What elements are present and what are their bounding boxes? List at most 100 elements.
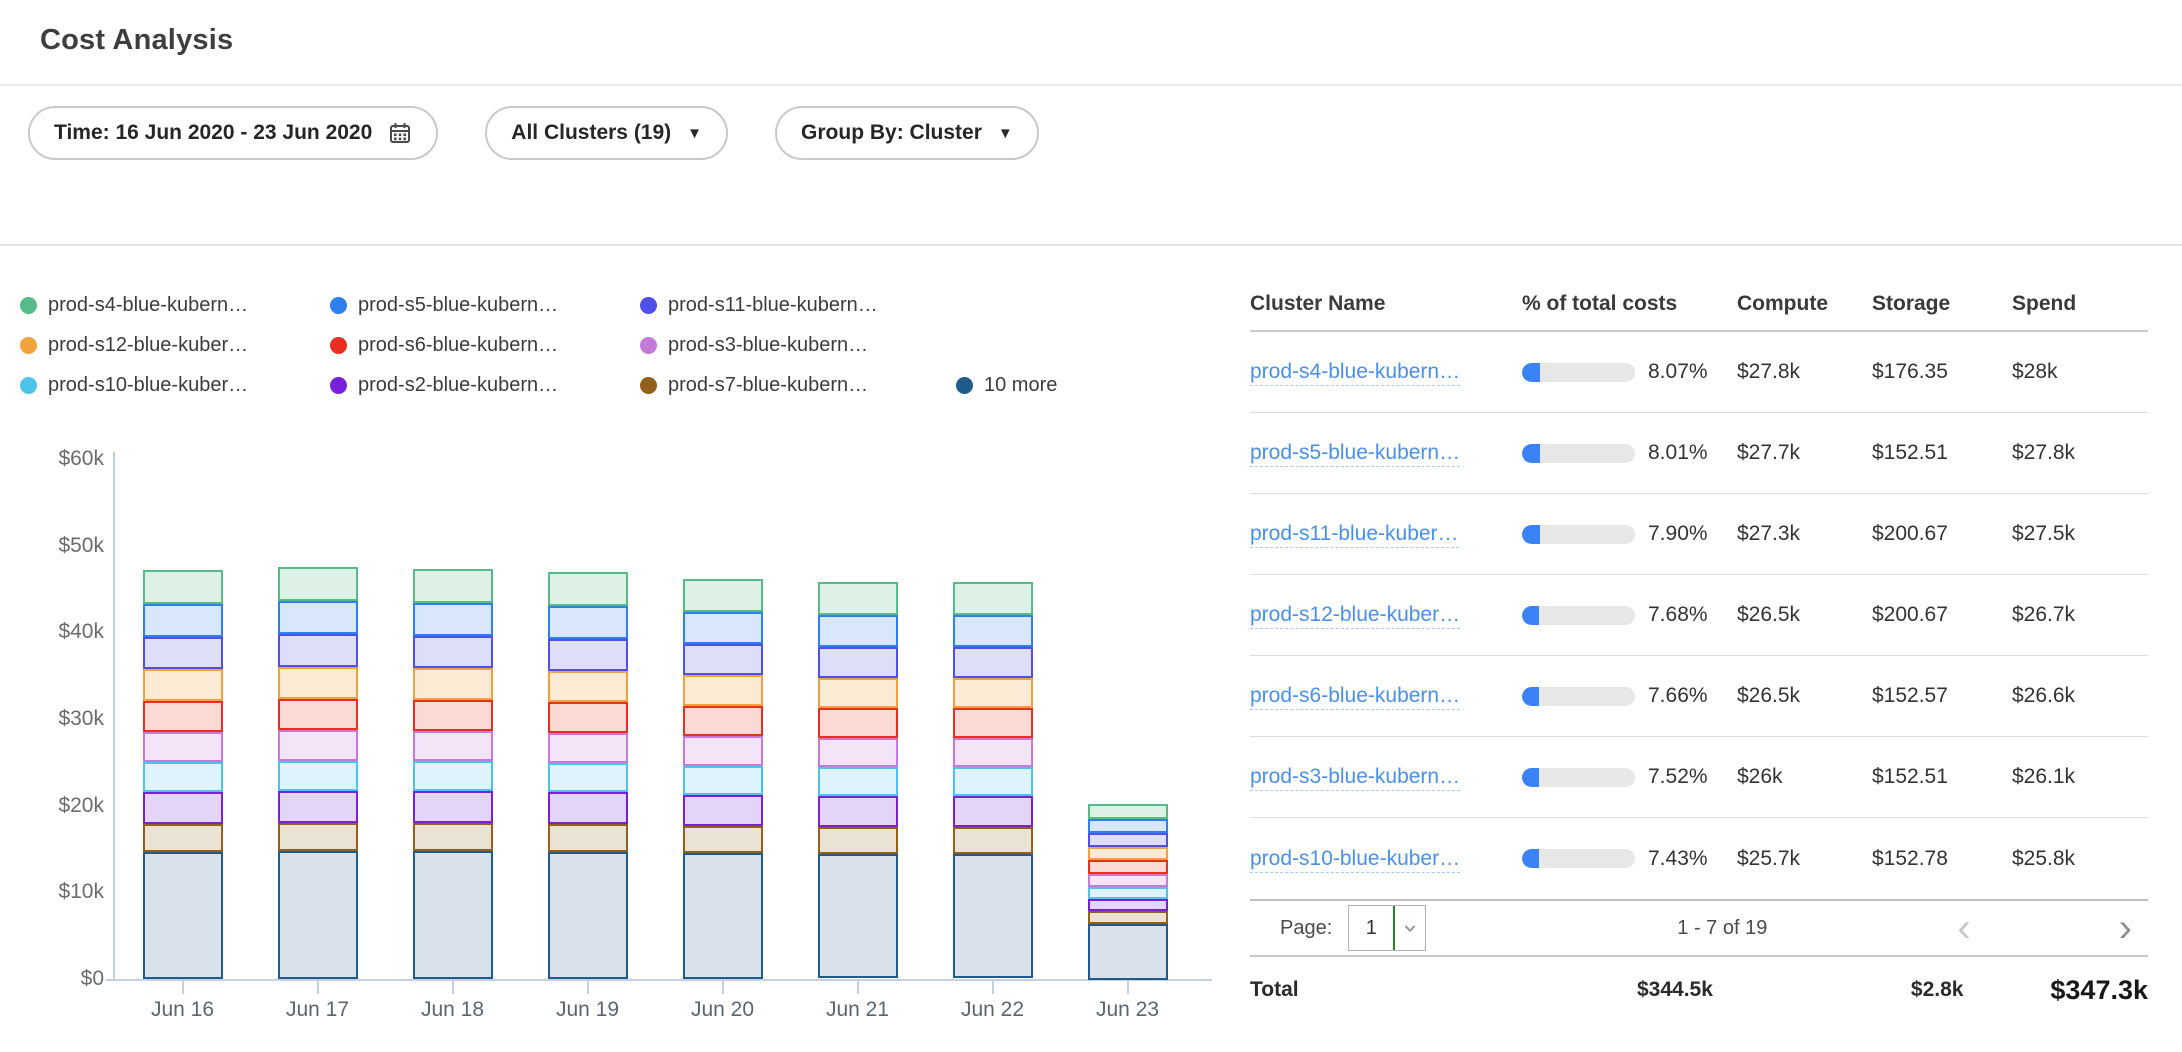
bar-segment-prod-s4[interactable]: [683, 579, 763, 612]
bar-segment-prod-s6[interactable]: [413, 700, 493, 731]
bar-segment-prod-s2[interactable]: [278, 791, 358, 823]
bar-segment-prod-s6[interactable]: [143, 701, 223, 732]
bar-segment-prod-s7[interactable]: [143, 824, 223, 852]
clusters-filter-dropdown[interactable]: All Clusters (19) ▼: [485, 106, 728, 160]
bar-segment-prod-s4[interactable]: [953, 582, 1033, 615]
bar-segment-prod-s3[interactable]: [278, 730, 358, 761]
page-select[interactable]: 1: [1348, 905, 1426, 951]
bar-segment-prod-s5[interactable]: [818, 615, 898, 647]
bar-segment-prod-s12[interactable]: [278, 667, 358, 699]
bar-segment-prod-s7[interactable]: [953, 827, 1033, 854]
bar-segment-prod-s12[interactable]: [683, 675, 763, 706]
cluster-link[interactable]: prod-s5-blue-kubern…: [1250, 441, 1460, 467]
bar-segment-prod-s11[interactable]: [1088, 833, 1168, 847]
bar-segment-prod-s5[interactable]: [683, 612, 763, 644]
bar-segment-prod-s6[interactable]: [953, 708, 1033, 738]
bar-segment-10-more[interactable]: [548, 852, 628, 979]
bar-segment-prod-s7[interactable]: [413, 823, 493, 851]
bar-segment-prod-s4[interactable]: [278, 567, 358, 601]
bar-segment-prod-s7[interactable]: [818, 827, 898, 854]
bar-segment-prod-s6[interactable]: [1088, 860, 1168, 874]
bar-segment-prod-s7[interactable]: [683, 826, 763, 853]
bar-segment-10-more[interactable]: [413, 851, 493, 979]
legend-item-prod-s12[interactable]: prod-s12-blue-kuber…: [20, 332, 330, 358]
bar-segment-prod-s5[interactable]: [413, 603, 493, 636]
legend-item-prod-s5[interactable]: prod-s5-blue-kubern…: [330, 292, 640, 318]
bar-segment-prod-s7[interactable]: [1088, 911, 1168, 924]
time-range-filter[interactable]: Time: 16 Jun 2020 - 23 Jun 2020: [28, 106, 438, 160]
bar-segment-prod-s5[interactable]: [1088, 819, 1168, 833]
bar-segment-prod-s2[interactable]: [683, 795, 763, 826]
cluster-link[interactable]: prod-s6-blue-kubern…: [1250, 684, 1460, 710]
cluster-link[interactable]: prod-s12-blue-kuber…: [1250, 603, 1460, 629]
bar-segment-prod-s3[interactable]: [143, 732, 223, 762]
bar-segment-prod-s11[interactable]: [683, 644, 763, 675]
bar-segment-prod-s2[interactable]: [548, 792, 628, 824]
bar-segment-prod-s4[interactable]: [413, 569, 493, 603]
bar-segment-prod-s3[interactable]: [818, 738, 898, 767]
group-by-dropdown[interactable]: Group By: Cluster ▼: [775, 106, 1039, 160]
bar-segment-prod-s6[interactable]: [683, 706, 763, 736]
cluster-link[interactable]: prod-s3-blue-kubern…: [1250, 765, 1460, 791]
bar-segment-prod-s5[interactable]: [953, 615, 1033, 647]
bar-segment-prod-s6[interactable]: [548, 702, 628, 733]
legend-item-prod-s4[interactable]: prod-s4-blue-kubern…: [20, 292, 330, 318]
bar-segment-prod-s2[interactable]: [143, 792, 223, 824]
bar-segment-10-more[interactable]: [143, 852, 223, 979]
bar-segment-prod-s12[interactable]: [953, 678, 1033, 708]
bar-segment-prod-s11[interactable]: [953, 647, 1033, 678]
bar-segment-prod-s12[interactable]: [818, 678, 898, 708]
bar-segment-prod-s12[interactable]: [1088, 847, 1168, 860]
bar-segment-prod-s12[interactable]: [413, 668, 493, 700]
bar-segment-prod-s4[interactable]: [818, 582, 898, 615]
bar-segment-prod-s11[interactable]: [278, 634, 358, 667]
bar-segment-prod-s10[interactable]: [278, 761, 358, 791]
bar-segment-prod-s3[interactable]: [953, 738, 1033, 767]
bar-segment-prod-s11[interactable]: [818, 647, 898, 678]
bar-segment-prod-s5[interactable]: [548, 606, 628, 639]
bar-segment-prod-s10[interactable]: [548, 763, 628, 792]
bar-segment-prod-s4[interactable]: [548, 572, 628, 606]
bar-segment-10-more[interactable]: [953, 854, 1033, 978]
bar-segment-prod-s12[interactable]: [143, 669, 223, 701]
cluster-link[interactable]: prod-s11-blue-kuber…: [1250, 522, 1459, 548]
bar-segment-10-more[interactable]: [1088, 924, 1168, 980]
next-page-button[interactable]: ›: [2119, 908, 2132, 948]
legend-item-10-more[interactable]: 10 more: [956, 372, 1057, 398]
bar-segment-prod-s2[interactable]: [818, 796, 898, 827]
bar-segment-prod-s5[interactable]: [143, 604, 223, 637]
bar-segment-prod-s11[interactable]: [413, 636, 493, 668]
bar-segment-prod-s7[interactable]: [278, 823, 358, 851]
bar-segment-prod-s3[interactable]: [683, 736, 763, 766]
bar-segment-prod-s6[interactable]: [818, 708, 898, 738]
bar-segment-10-more[interactable]: [278, 851, 358, 979]
bar-segment-prod-s6[interactable]: [278, 699, 358, 730]
bar-segment-prod-s10[interactable]: [683, 766, 763, 795]
bar-segment-prod-s7[interactable]: [548, 824, 628, 852]
bar-segment-prod-s11[interactable]: [548, 639, 628, 671]
bar-segment-prod-s10[interactable]: [413, 761, 493, 791]
bar-segment-prod-s2[interactable]: [953, 796, 1033, 827]
legend-item-prod-s10[interactable]: prod-s10-blue-kuber…: [20, 372, 330, 398]
legend-item-prod-s11[interactable]: prod-s11-blue-kubern…: [640, 292, 950, 318]
legend-item-prod-s7[interactable]: prod-s7-blue-kubern…: [640, 372, 950, 398]
bar-segment-prod-s10[interactable]: [818, 767, 898, 796]
cluster-link[interactable]: prod-s10-blue-kuber…: [1250, 847, 1460, 873]
bar-segment-prod-s4[interactable]: [1088, 804, 1168, 819]
bar-segment-prod-s10[interactable]: [1088, 887, 1168, 899]
bar-segment-prod-s5[interactable]: [278, 601, 358, 634]
bar-segment-prod-s12[interactable]: [548, 671, 628, 702]
previous-page-button[interactable]: ‹: [1957, 908, 1970, 948]
cluster-link[interactable]: prod-s4-blue-kubern…: [1250, 360, 1460, 386]
bar-segment-10-more[interactable]: [818, 854, 898, 978]
bar-segment-prod-s10[interactable]: [953, 767, 1033, 796]
bar-segment-10-more[interactable]: [683, 853, 763, 979]
bar-segment-prod-s4[interactable]: [143, 570, 223, 604]
bar-segment-prod-s3[interactable]: [548, 733, 628, 763]
legend-item-prod-s2[interactable]: prod-s2-blue-kubern…: [330, 372, 640, 398]
legend-item-prod-s3[interactable]: prod-s3-blue-kubern…: [640, 332, 950, 358]
bar-segment-prod-s3[interactable]: [413, 731, 493, 761]
legend-item-prod-s6[interactable]: prod-s6-blue-kubern…: [330, 332, 640, 358]
bar-segment-prod-s11[interactable]: [143, 637, 223, 669]
bar-segment-prod-s2[interactable]: [1088, 899, 1168, 911]
